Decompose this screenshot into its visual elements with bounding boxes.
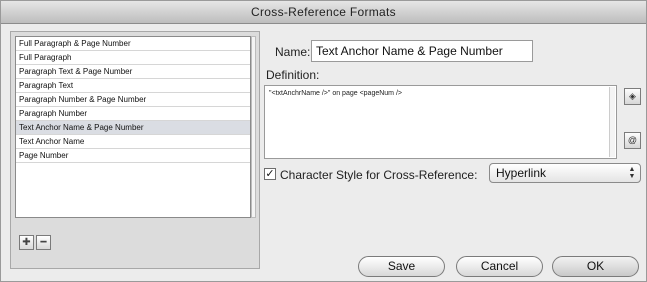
insert-building-block-icon: ◈ xyxy=(629,91,636,101)
character-style-select[interactable]: Hyperlink ▲ ▼ xyxy=(489,163,641,183)
list-item[interactable]: Paragraph Number xyxy=(16,107,250,121)
list-item[interactable]: Full Paragraph & Page Number xyxy=(16,37,250,51)
cross-reference-formats-dialog: Cross-Reference Formats Full Paragraph &… xyxy=(0,0,647,282)
list-scrollbar[interactable] xyxy=(251,36,256,218)
save-button[interactable]: Save xyxy=(358,256,445,277)
definition-field[interactable]: "<txtAnchrName />" on page <pageNum /> xyxy=(264,85,617,159)
chevron-up-down-icon: ▲ ▼ xyxy=(628,166,636,180)
definition-label: Definition: xyxy=(266,68,320,82)
name-field[interactable]: Text Anchor Name & Page Number xyxy=(311,40,533,62)
list-item[interactable]: Full Paragraph xyxy=(16,51,250,65)
formats-list[interactable]: Full Paragraph & Page Number Full Paragr… xyxy=(15,36,251,218)
minus-icon: ━ xyxy=(40,237,47,248)
definition-scrollbar[interactable] xyxy=(609,87,615,157)
list-item[interactable]: Paragraph Number & Page Number xyxy=(16,93,250,107)
list-item-selected[interactable]: Text Anchor Name & Page Number xyxy=(16,121,250,135)
character-style-label: Character Style for Cross-Reference: xyxy=(280,168,478,182)
list-item[interactable]: Text Anchor Name xyxy=(16,135,250,149)
ok-button[interactable]: OK xyxy=(552,256,639,277)
insert-building-block-button[interactable]: ◈ xyxy=(624,88,641,105)
remove-format-button[interactable]: ━ xyxy=(36,235,51,250)
formats-list-panel: Full Paragraph & Page Number Full Paragr… xyxy=(10,31,260,269)
definition-text: "<txtAnchrName />" on page <pageNum /> xyxy=(269,90,402,97)
list-item[interactable]: Page Number xyxy=(16,149,250,163)
cancel-button[interactable]: Cancel xyxy=(456,256,543,277)
character-style-checkbox[interactable]: ✓ xyxy=(264,168,276,180)
add-format-button[interactable]: ✚ xyxy=(19,235,34,250)
title-bar: Cross-Reference Formats xyxy=(1,1,646,24)
dialog-title: Cross-Reference Formats xyxy=(251,5,396,19)
character-style-value: Hyperlink xyxy=(496,166,547,180)
plus-icon: ✚ xyxy=(22,237,31,248)
list-item[interactable]: Paragraph Text & Page Number xyxy=(16,65,250,79)
list-item[interactable]: Paragraph Text xyxy=(16,79,250,93)
insert-special-character-button[interactable]: @ xyxy=(624,132,641,149)
name-label: Name: xyxy=(275,45,311,59)
insert-special-character-icon: @ xyxy=(627,135,638,145)
format-editor-panel: Name: Text Anchor Name & Page Number Def… xyxy=(263,31,643,253)
